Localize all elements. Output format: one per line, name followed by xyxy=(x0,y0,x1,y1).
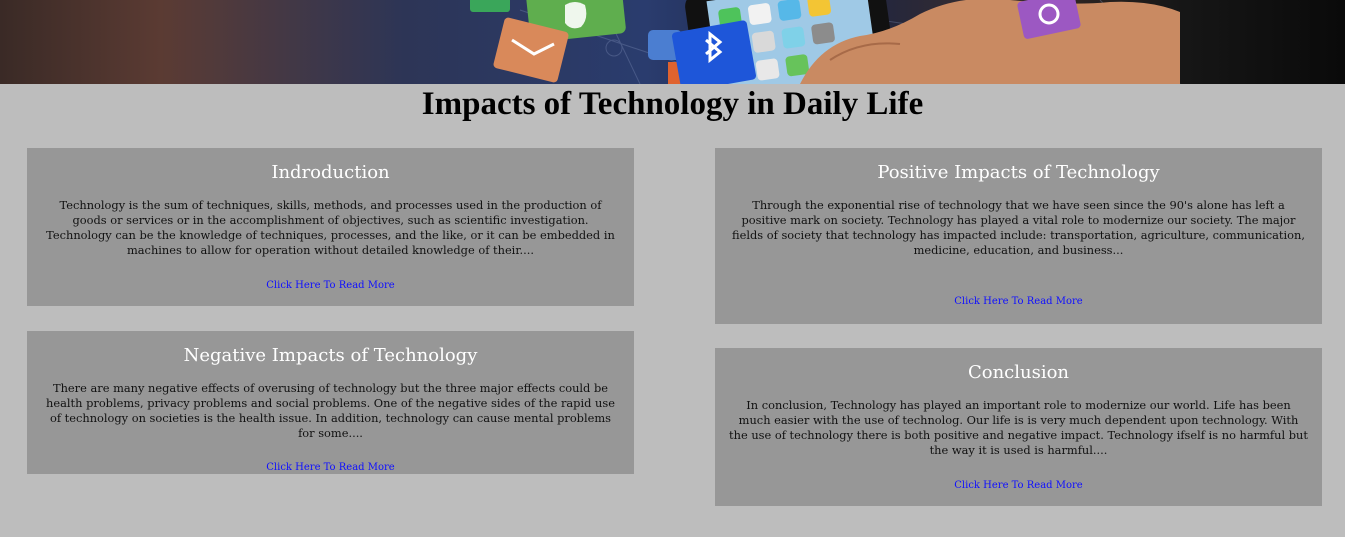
bluetooth-icon xyxy=(672,20,756,84)
intro-heading: Indroduction xyxy=(271,162,390,183)
conclusion-card: Conclusion In conclusion, Technology has… xyxy=(715,348,1322,506)
conclusion-heading: Conclusion xyxy=(967,362,1070,383)
positive-impacts-body: Through the exponential rise of technolo… xyxy=(732,198,1305,257)
header-banner-image xyxy=(0,0,1345,84)
intro-read-more-link[interactable]: Click Here To Read More xyxy=(266,280,394,291)
negative-impacts-body: There are many negative effects of overu… xyxy=(46,381,615,440)
positive-impacts-heading: Positive Impacts of Technology xyxy=(877,162,1160,183)
page-title: Impacts of Technology in Daily Life xyxy=(421,86,924,122)
negative-impacts-card: Negative Impacts of Technology There are… xyxy=(27,331,634,474)
positive-read-more-link[interactable]: Click Here To Read More xyxy=(954,296,1082,307)
conclusion-body: In conclusion, Technology has played an … xyxy=(729,398,1308,457)
green-app-icon xyxy=(470,0,510,12)
negative-impacts-heading: Negative Impacts of Technology xyxy=(183,345,478,366)
banner-illustration xyxy=(470,0,1181,84)
positive-impacts-card: Positive Impacts of Technology Through t… xyxy=(715,148,1322,324)
intro-card: Indroduction Technology is the sum of te… xyxy=(27,148,634,306)
conclusion-read-more-link[interactable]: Click Here To Read More xyxy=(954,480,1082,491)
negative-read-more-link[interactable]: Click Here To Read More xyxy=(266,462,394,473)
intro-body: Technology is the sum of techniques, ski… xyxy=(46,198,615,257)
